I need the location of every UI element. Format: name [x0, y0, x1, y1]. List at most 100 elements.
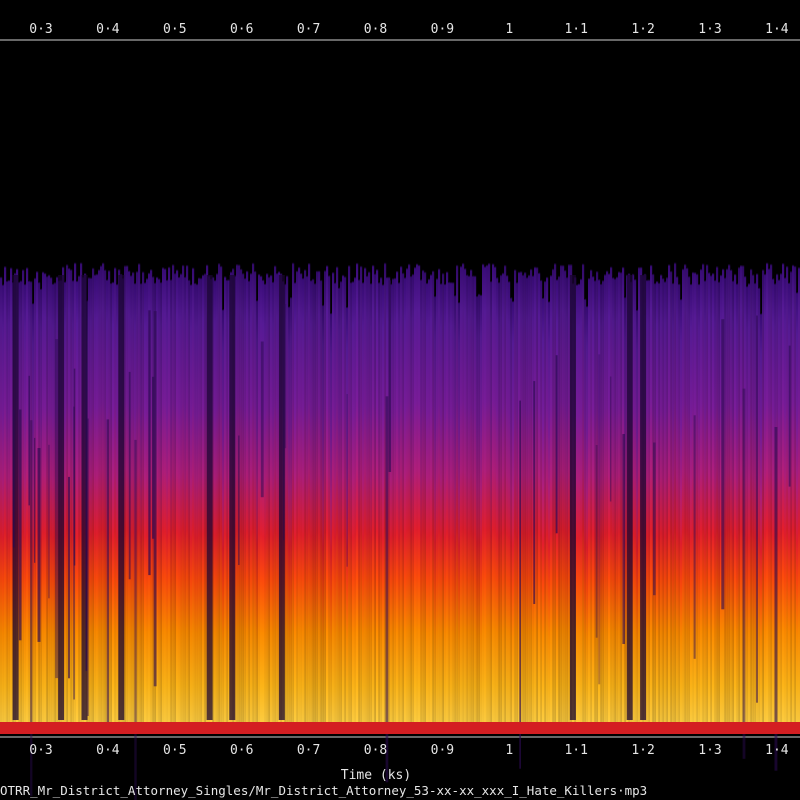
spectrogram-column [222, 308, 225, 722]
spectrogram-streak [609, 376, 612, 502]
spectrogram-column [576, 283, 579, 722]
spectrogram-column [434, 295, 437, 722]
spectrogram-streak [37, 448, 41, 642]
spectrogram-column [318, 270, 321, 722]
spectrogram-column [740, 264, 743, 722]
top-tick-label: 0·5 [163, 22, 186, 37]
spectrogram-column [588, 277, 591, 722]
spectrogram-column [564, 269, 567, 722]
spectrogram-column [796, 291, 799, 722]
spectrogram-column [466, 274, 469, 722]
spectrogram-column [342, 274, 345, 722]
spectrogram-streak [721, 319, 725, 610]
spectrogram-column [110, 282, 113, 722]
spectrogram-column [272, 281, 275, 722]
spectrogram-column [142, 271, 145, 722]
spectrogram-streak [555, 355, 558, 534]
spectrogram-column [558, 275, 561, 722]
spectrogram-column [132, 271, 135, 722]
spectrogram-streak [18, 409, 22, 641]
spectrogram-column [584, 298, 587, 722]
spectrogram-column [418, 264, 421, 722]
bottom-tick-label: 1 [505, 743, 513, 758]
spectrogram-column [440, 282, 443, 722]
spectrogram-column [724, 276, 727, 722]
spectrogram-column [620, 271, 623, 722]
spectrogram-column [672, 282, 675, 722]
spectrogram-column [276, 272, 279, 722]
spectrogram-column [612, 276, 615, 722]
spectrogram-streak [34, 437, 36, 563]
spectrogram-column [536, 266, 539, 722]
spectrogram-column [706, 263, 709, 722]
spectrogram-column [412, 273, 415, 722]
spectrogram-column [246, 270, 249, 722]
spectrogram-streak [595, 445, 598, 638]
spectrogram-column [616, 276, 619, 722]
spectrogram-column [236, 263, 239, 722]
spectrogram-column [362, 281, 365, 722]
spectrogram-column [218, 262, 221, 722]
spectrogram-column [196, 283, 199, 722]
spectrogram-column [602, 279, 605, 722]
spectrogram-column [416, 263, 419, 722]
spectrogram-streak [653, 442, 656, 596]
silent-gap-streak [58, 275, 65, 720]
spectrogram-column [678, 283, 681, 722]
spectrogram-column [0, 276, 3, 722]
spectrogram-column [372, 264, 375, 722]
spectrogram-column [408, 263, 411, 722]
spectrogram-column [676, 275, 679, 722]
spectrogram-column [592, 275, 595, 722]
spectrogram-column [638, 266, 641, 722]
spectrogram-column [748, 282, 751, 722]
spectrogram-column [340, 280, 343, 722]
spectrogram-column [162, 266, 165, 722]
spectrogram-column [24, 283, 27, 722]
spectrogram-column [90, 277, 93, 722]
spectrogram-column [348, 264, 351, 722]
spectrogram-column [614, 277, 617, 722]
spectrogram-column [104, 269, 107, 722]
spectrogram-column [472, 275, 475, 722]
spectrogram-column [690, 283, 693, 722]
spectrogram-column [522, 274, 525, 722]
spectrogram-column [666, 276, 669, 722]
spectrogram-column [66, 263, 69, 722]
top-tick-label: 1·3 [698, 22, 721, 37]
spectrogram-column [634, 278, 637, 722]
spectrogram-column [486, 264, 489, 722]
spectrogram-column [422, 269, 425, 722]
spectrogram-column [604, 273, 607, 722]
spectrogram-column [716, 265, 719, 722]
spectrogram-column [124, 265, 127, 722]
bottom-tick-label: 0·3 [29, 743, 52, 758]
spectrogram-column [334, 282, 337, 722]
spectrogram-column [308, 262, 311, 722]
spectrogram-column [94, 273, 97, 722]
spectrogram-column [500, 274, 503, 722]
spectrogram-column [704, 279, 707, 722]
spectrogram-column [102, 262, 105, 722]
spectrogram-column [480, 294, 483, 722]
spectrogram-column [198, 277, 201, 722]
spectrogram-streak [622, 434, 625, 644]
spectrogram-column [498, 281, 501, 722]
spectrogram-column [664, 280, 667, 722]
spectrogram-column [674, 262, 677, 722]
spectrogram-column [126, 264, 129, 722]
spectrogram-column [728, 263, 731, 722]
top-tick-label: 1·2 [631, 22, 654, 37]
silent-gap-streak [569, 275, 576, 720]
spectrogram-column [356, 262, 359, 722]
spectrogram-column [734, 273, 737, 722]
spectrogram-column [450, 281, 453, 722]
spectrogram-column [458, 301, 461, 722]
spectrogram-column [314, 282, 317, 722]
spectrogram-column [258, 273, 261, 722]
spectrogram-column [476, 295, 479, 722]
spectrogram-column [608, 272, 611, 722]
top-tick-label: 1·4 [765, 22, 789, 37]
spectrogram-column [438, 268, 441, 722]
spectrogram-column [738, 266, 741, 722]
